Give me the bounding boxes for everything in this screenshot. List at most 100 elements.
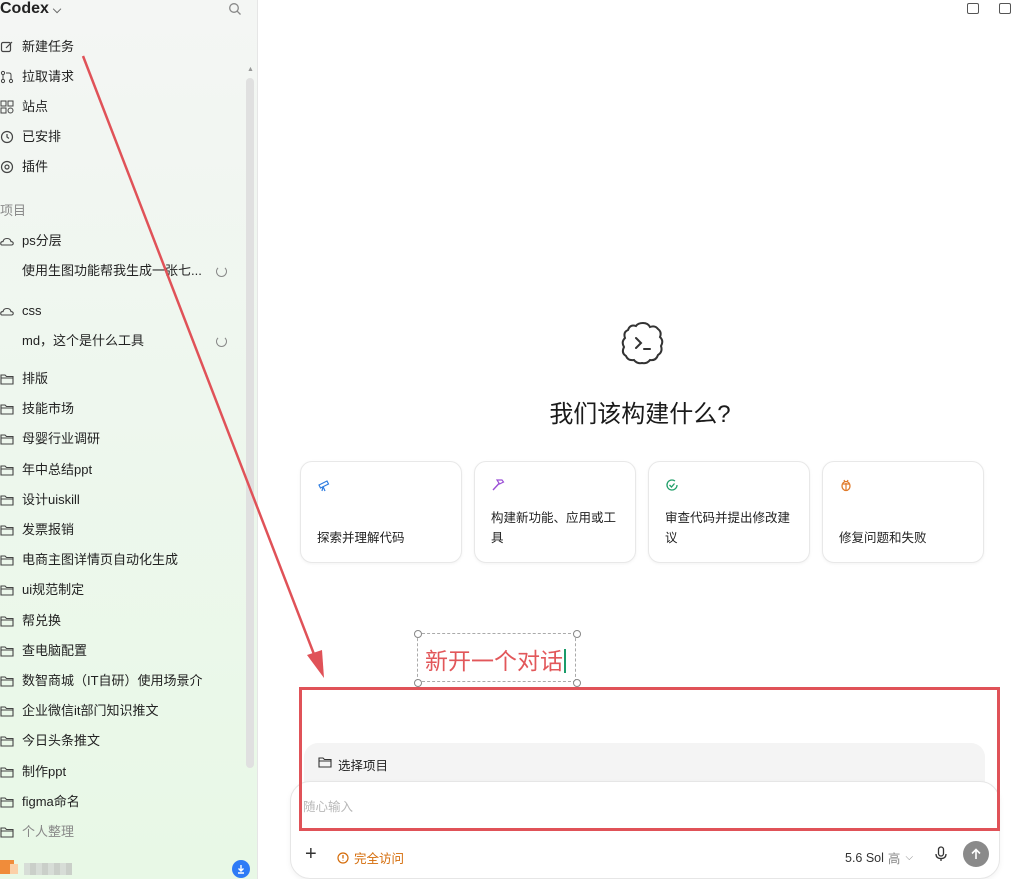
suggestion-card-explore[interactable]: 探索并理解代码 xyxy=(300,461,462,563)
folder-item[interactable]: 制作ppt xyxy=(0,760,66,784)
folder-label: 设计uiskill xyxy=(22,491,80,507)
access-label: 完全访问 xyxy=(354,852,405,866)
folder-label: 帮兑换 xyxy=(22,612,62,628)
nav-new-task[interactable]: 新建任务 xyxy=(0,35,74,59)
task-item[interactable]: 使用生图功能帮我生成一张七... xyxy=(22,259,222,283)
folder-item[interactable]: 母婴行业调研 xyxy=(0,427,100,451)
suggestion-card-review[interactable]: 审查代码并提出修改建议 xyxy=(648,461,810,563)
user-name-blurred xyxy=(24,863,72,875)
folder-icon xyxy=(0,434,14,445)
folder-icon xyxy=(0,736,14,747)
folder-icon xyxy=(0,706,14,717)
cloud-folder-icon xyxy=(0,307,14,316)
search-icon[interactable] xyxy=(228,2,242,16)
folder-icon xyxy=(0,676,14,687)
text-caret xyxy=(564,649,566,673)
suggestion-card-build[interactable]: 构建新功能、应用或工具 xyxy=(474,461,636,563)
app-switcher[interactable]: Codex ⌵ xyxy=(0,0,61,18)
card-label: 修复问题和失败 xyxy=(839,531,927,545)
scroll-up-icon[interactable]: ▲ xyxy=(247,66,254,73)
folder-icon xyxy=(0,827,14,838)
avatar-accent xyxy=(10,864,18,874)
cloud-folder-icon xyxy=(0,237,14,246)
suggestion-card-fix[interactable]: 修复问题和失败 xyxy=(822,461,984,563)
folder-label: 今日头条推文 xyxy=(22,733,101,749)
folder-label: 年中总结ppt xyxy=(22,461,93,477)
app-title: Codex xyxy=(0,0,49,17)
folder-item[interactable]: ui规范制定 xyxy=(0,578,84,602)
folder-item[interactable]: 发票报销 xyxy=(0,518,74,542)
folder-item[interactable]: 年中总结ppt xyxy=(0,458,92,482)
folder-label: 查电脑配置 xyxy=(22,642,88,658)
nav-label: 插件 xyxy=(22,159,49,174)
nav-label: 站点 xyxy=(22,99,49,114)
plugin-icon xyxy=(0,160,14,174)
folder-icon xyxy=(0,646,14,657)
model-name: 5.6 Sol xyxy=(845,850,884,865)
folder-item[interactable]: 数智商城（IT自研）使用场景介 xyxy=(0,669,203,693)
download-button[interactable] xyxy=(232,860,250,878)
hammer-icon xyxy=(492,479,505,491)
folder-item[interactable]: 个人整理 xyxy=(0,820,74,844)
projects-section-label: 项目 xyxy=(0,203,27,218)
folder-label: ui规范制定 xyxy=(22,582,85,598)
send-button[interactable] xyxy=(963,841,989,867)
folder-item[interactable]: 设计uiskill xyxy=(0,488,80,512)
folder-label: 数智商城（IT自研）使用场景介 xyxy=(22,673,203,688)
nav-sites[interactable]: 站点 xyxy=(0,95,48,119)
card-label: 审查代码并提出修改建议 xyxy=(665,511,791,545)
folder-label: figma命名 xyxy=(22,793,80,809)
model-selector[interactable]: 5.6 Sol 高 ⌵ xyxy=(845,848,913,867)
chevron-down-icon: ⌵ xyxy=(52,4,62,16)
resize-handle[interactable] xyxy=(573,679,581,687)
task-item[interactable]: md，这个是什么工具 xyxy=(22,329,222,353)
nav-pull-requests[interactable]: 拉取请求 xyxy=(0,65,74,89)
sidebar-footer xyxy=(0,846,258,879)
nav-plugins[interactable]: 插件 xyxy=(0,155,48,179)
folder-item[interactable]: figma命名 xyxy=(0,790,80,814)
folder-label: 个人整理 xyxy=(22,824,75,839)
warning-icon xyxy=(337,851,349,864)
resize-handle[interactable] xyxy=(414,679,422,687)
folder-label: 企业微信it部门知识推文 xyxy=(22,703,159,719)
add-attachment-button[interactable]: + xyxy=(305,844,317,864)
nav-label: 新建任务 xyxy=(22,39,75,54)
folder-icon xyxy=(0,585,14,596)
folder-item[interactable]: 今日头条推文 xyxy=(0,729,100,753)
window-icon[interactable] xyxy=(999,3,1011,14)
arrow-up-icon xyxy=(971,848,981,859)
folder-label: 技能市场 xyxy=(22,401,75,417)
sidebar: Codex ⌵ 新建任务 拉取请求 站点 已安排 插件 项目 ps分层 使用生图功… xyxy=(0,0,258,879)
folder-item[interactable]: 排版 xyxy=(0,367,48,391)
bug-icon xyxy=(841,479,851,492)
codex-logo-icon xyxy=(621,321,664,365)
folder-label: 发票报销 xyxy=(22,522,75,537)
card-label: 构建新功能、应用或工具 xyxy=(491,511,617,545)
project-item[interactable]: css xyxy=(0,299,42,323)
folder-item[interactable]: 帮兑换 xyxy=(0,609,61,633)
folder-icon xyxy=(0,525,14,536)
folder-item[interactable]: 企业微信it部门知识推文 xyxy=(0,699,159,723)
resize-handle[interactable] xyxy=(573,630,581,638)
access-mode-button[interactable]: 完全访问 xyxy=(337,848,404,867)
folder-icon xyxy=(0,495,14,506)
sidebar-scrollbar[interactable] xyxy=(246,78,254,768)
review-icon xyxy=(666,479,678,491)
reasoning-level: 高 xyxy=(887,852,901,866)
highlight-rectangle xyxy=(299,687,1000,831)
page-title: 我们该构建什么? xyxy=(549,401,731,428)
nav-label: 拉取请求 xyxy=(22,69,75,84)
project-name: ps分层 xyxy=(22,233,62,248)
resize-handle[interactable] xyxy=(414,630,422,638)
folder-item[interactable]: 电商主图详情页自动化生成 xyxy=(0,548,178,572)
microphone-icon[interactable] xyxy=(934,846,948,862)
chevron-down-icon: ⌵ xyxy=(905,852,914,863)
folder-item[interactable]: 技能市场 xyxy=(0,397,74,421)
project-item[interactable]: ps分层 xyxy=(0,229,62,253)
panel-toggle-icon[interactable] xyxy=(967,3,979,14)
folder-item[interactable]: 查电脑配置 xyxy=(0,639,87,663)
nav-scheduled[interactable]: 已安排 xyxy=(0,125,61,149)
nav-label: 已安排 xyxy=(22,129,62,144)
arrow-head xyxy=(307,650,324,678)
folder-icon xyxy=(0,555,14,566)
